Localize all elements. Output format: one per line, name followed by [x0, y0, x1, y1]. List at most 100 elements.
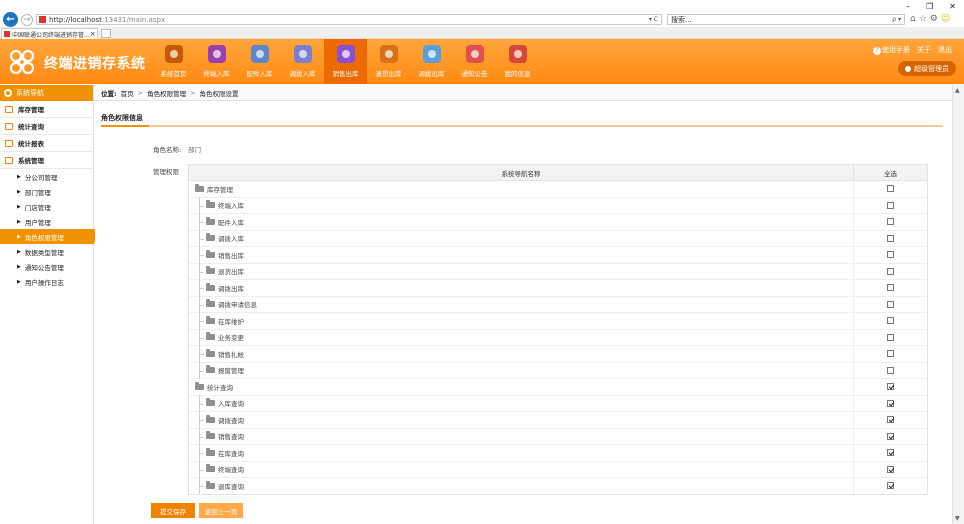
submit-save-button[interactable]: 提交保存	[151, 503, 195, 518]
permission-checkbox[interactable]	[887, 251, 894, 259]
permission-checkbox[interactable]	[887, 416, 894, 424]
permission-checkbox[interactable]	[887, 350, 894, 358]
settings-gear-icon[interactable]: ⚙	[930, 14, 938, 24]
page-scrollbar[interactable]: ▲ ▼	[952, 85, 964, 524]
permission-checkbox[interactable]	[887, 201, 894, 209]
module-tab-1[interactable]: 终端入库	[195, 39, 238, 84]
column-header-select-all[interactable]: 全选	[854, 165, 927, 180]
sidebar-item-1[interactable]: ▶ 部门管理	[0, 184, 93, 199]
section-divider	[101, 125, 943, 127]
module-tab-0[interactable]: 系统首页	[152, 39, 195, 84]
module-tab-5[interactable]: 退货出库	[367, 39, 410, 84]
permission-checkbox[interactable]	[887, 465, 894, 473]
module-tab-4[interactable]: 销售出库	[324, 39, 367, 84]
folder-icon	[206, 216, 215, 225]
sidebar-item-label: 通知公告管理	[24, 263, 64, 272]
folder-icon	[206, 480, 215, 489]
sidebar-group-0[interactable]: 库存管理	[0, 101, 93, 118]
scroll-up-icon[interactable]: ▲	[955, 87, 960, 94]
select-cell	[854, 412, 927, 428]
folder-icon	[206, 464, 215, 473]
module-tab-2[interactable]: 配件入库	[238, 39, 281, 84]
permission-checkbox[interactable]	[887, 366, 894, 374]
sidebar-group-1[interactable]: 统计查询	[0, 118, 93, 135]
header-links: ? 使用手册 关于 退出	[873, 45, 952, 55]
permission-checkbox[interactable]	[887, 284, 894, 292]
permission-checkbox[interactable]	[887, 399, 894, 407]
permission-checkbox[interactable]	[887, 317, 894, 325]
nav-name-cell: 业务变更	[189, 328, 854, 345]
browser-tab[interactable]: 中国联通公司终端进销存管... ×	[1, 28, 98, 39]
sidebar-item-label: 部门管理	[24, 188, 51, 197]
sidebar-item-4[interactable]: ▶ 角色权限管理	[0, 229, 100, 244]
breadcrumb-separator-icon: >	[137, 88, 144, 97]
sidebar-group-2[interactable]: 统计报表	[0, 135, 93, 152]
table-row: 调拨申请信息	[189, 295, 927, 313]
module-icon	[422, 45, 441, 63]
close-icon[interactable]: ✕	[949, 2, 956, 11]
nav-name-label: 在库查询	[218, 449, 244, 458]
browser-toolbar-icons: ⌂ ☆ ⚙ ☺	[910, 14, 950, 24]
module-label: 系统首页	[160, 70, 187, 78]
breadcrumb-item: 角色权限设置	[199, 89, 239, 98]
select-cell	[854, 297, 927, 313]
current-user-button[interactable]: 超级管理员	[898, 61, 956, 76]
breadcrumb-item[interactable]: 角色权限管理	[147, 88, 186, 98]
sidebar-item-0[interactable]: ▶ 分公司管理	[0, 169, 93, 184]
sidebar-item-label: 门店管理	[24, 203, 51, 212]
about-link[interactable]: 关于	[917, 45, 931, 55]
permission-checkbox[interactable]	[887, 333, 894, 341]
folder-icon	[206, 365, 215, 374]
sidebar-item-2[interactable]: ▶ 门店管理	[0, 199, 93, 214]
favorites-star-icon[interactable]: ☆	[919, 14, 927, 24]
permission-checkbox[interactable]	[887, 482, 894, 490]
back-button[interactable]: ←	[3, 12, 18, 27]
sidebar-item-7[interactable]: ▶ 用户操作日志	[0, 274, 93, 289]
permission-checkbox[interactable]	[887, 185, 894, 193]
folder-icon	[206, 348, 215, 357]
caret-right-icon: ▶	[17, 188, 21, 195]
module-tab-3[interactable]: 调拨入库	[281, 39, 324, 84]
breadcrumb: 位置: 首页 > 角色权限管理 > 角色权限设置	[95, 85, 964, 101]
minimize-icon[interactable]: –	[906, 2, 910, 11]
refresh-icon[interactable]: ▾ C	[649, 16, 661, 23]
breadcrumb-item[interactable]: 首页	[121, 88, 134, 98]
logout-link[interactable]: 退出	[938, 45, 952, 55]
restore-icon[interactable]: ❐	[926, 2, 933, 11]
permission-checkbox[interactable]	[887, 300, 894, 308]
sidebar-group-3[interactable]: 系统管理	[0, 152, 93, 169]
permission-checkbox[interactable]	[887, 267, 894, 275]
module-tab-7[interactable]: 通知公告	[453, 39, 496, 84]
home-icon[interactable]: ⌂	[910, 14, 916, 24]
nav-name-label: 调拨入库	[218, 235, 244, 244]
forward-button[interactable]: →	[21, 14, 33, 26]
smiley-feedback-icon[interactable]: ☺	[941, 14, 950, 24]
permission-checkbox[interactable]	[887, 449, 894, 457]
permission-checkbox[interactable]	[887, 383, 894, 391]
go-back-button[interactable]: 返回上一页	[199, 503, 243, 518]
scroll-down-icon[interactable]: ▼	[955, 515, 960, 522]
nav-name-label: 销售扎帐	[218, 350, 244, 359]
nav-name-cell: 调拨入库	[189, 229, 854, 246]
module-nav: 系统首页 终端入库 配件入库 调拨入库 销售出库 退货出库 调拨出库 通知公告 我的信息	[152, 39, 539, 84]
search-icon[interactable]: ρ ▾	[892, 16, 904, 23]
module-tab-6[interactable]: 调拨出库	[410, 39, 453, 84]
nav-name-label: 报废管理	[218, 367, 244, 376]
main-content: 角色权限信息 角色名称: 部门 管理权限 系统导航名称 全选 库存管理 终端入库配…	[95, 102, 952, 524]
permission-checkbox[interactable]	[887, 218, 894, 226]
help-link[interactable]: ? 使用手册	[873, 45, 910, 55]
module-tab-8[interactable]: 我的信息	[496, 39, 539, 84]
permission-checkbox[interactable]	[887, 234, 894, 242]
nav-name-label: 在库维护	[218, 317, 244, 326]
new-tab-button[interactable]	[101, 29, 111, 38]
tab-close-icon[interactable]: ×	[90, 30, 97, 38]
nav-name-label: 统计查询	[207, 383, 233, 392]
sidebar-item-3[interactable]: ▶ 用户管理	[0, 214, 93, 229]
sidebar-item-5[interactable]: ▶ 数据类型管理	[0, 244, 93, 259]
url-host: http://localhost	[49, 15, 102, 24]
sidebar-item-6[interactable]: ▶ 通知公告管理	[0, 259, 93, 274]
nav-name-cell: 调拨申请信息	[189, 295, 854, 312]
permission-checkbox[interactable]	[887, 432, 894, 440]
url-field[interactable]: http://localhost :13431/main.aspx ▾ C	[36, 14, 662, 25]
search-input[interactable]: 搜索... ρ ▾	[667, 14, 905, 25]
